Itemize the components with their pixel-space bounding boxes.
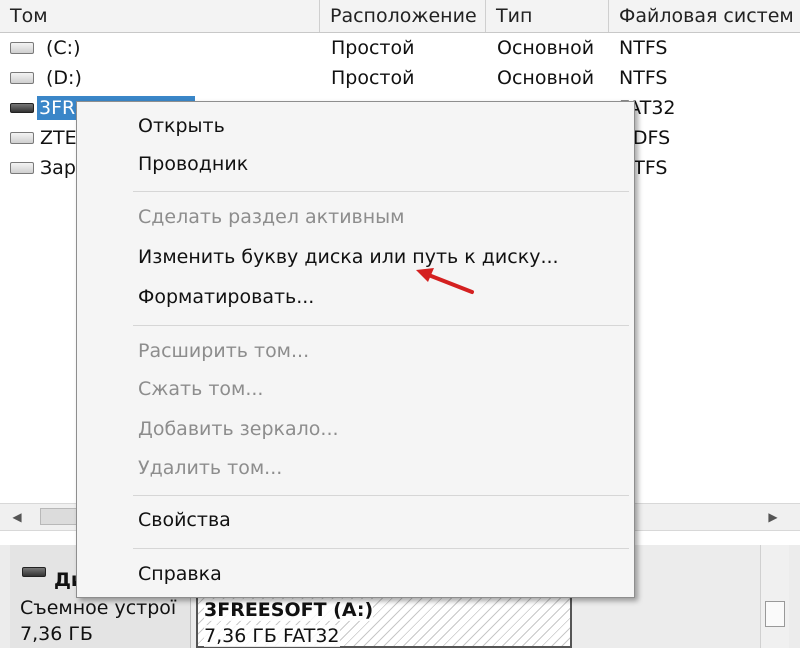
menu-separator [133,548,629,549]
column-header-volume[interactable]: Том [0,0,320,32]
volume-name: (D:) [46,67,82,89]
removable-drive-icon [10,103,34,113]
column-header-layout[interactable]: Расположение [320,0,486,32]
menu-item-delete-volume: Удалить том... [138,457,283,479]
cd-drive-icon [10,132,34,144]
menu-item-mark-active: Сделать раздел активным [138,206,405,228]
vertical-scrollbar[interactable] [760,545,789,648]
volume-layout: Простой [331,67,415,89]
menu-item-help[interactable]: Справка [138,562,222,586]
hdd-icon [10,42,34,54]
disk-size: 7,36 ГБ [20,623,93,645]
hdd-icon [10,162,34,174]
menu-separator [133,191,629,192]
context-menu: Открыть Проводник Сделать раздел активны… [76,101,635,598]
hdd-icon [10,72,34,84]
column-header-type[interactable]: Тип [486,0,609,32]
volume-filesystem: NTFS [619,37,668,59]
volume-filesystem: NTFS [619,67,668,89]
scroll-left-icon[interactable]: ◀ [8,508,26,526]
volume-type: Основной [497,37,595,59]
volume-name: Зар [40,157,76,179]
column-header-filesystem[interactable]: Файловая систем [609,0,800,32]
menu-item-add-mirror: Добавить зеркало... [138,418,339,440]
menu-item-open[interactable]: Открыть [138,114,225,138]
volume-list-header: Том Расположение Тип Файловая систем [0,0,800,33]
partition-info: 7,36 ГБ FAT32 [204,625,340,647]
red-arrow-annotation [416,268,474,294]
menu-item-shrink-volume: Сжать том... [138,378,264,400]
scrollbar-thumb[interactable] [765,601,785,627]
menu-item-properties[interactable]: Свойства [138,508,231,532]
volume-row-d[interactable]: (D:) Простой Основной NTFS [0,63,800,93]
volume-name: ZTE [40,127,77,149]
disk-type: Съемное устрої [20,597,177,619]
menu-item-extend-volume: Расширить том... [138,340,310,362]
menu-item-explorer[interactable]: Проводник [138,152,248,176]
menu-separator [133,495,629,496]
menu-item-format[interactable]: Форматировать... [138,285,314,309]
volume-name: (C:) [46,37,81,59]
volume-layout: Простой [331,37,415,59]
scroll-right-icon[interactable]: ▶ [764,508,782,526]
volume-name: 3FR [39,97,76,119]
menu-separator [133,325,629,326]
partition-name: 3FREESOFT (A:) [204,599,374,621]
volume-type: Основной [497,67,595,89]
menu-item-change-drive-letter[interactable]: Изменить букву диска или путь к диску... [138,245,559,269]
volume-row-c[interactable]: (C:) Простой Основной NTFS [0,33,800,63]
removable-drive-icon [22,567,46,577]
arrow-shaft [424,272,474,294]
